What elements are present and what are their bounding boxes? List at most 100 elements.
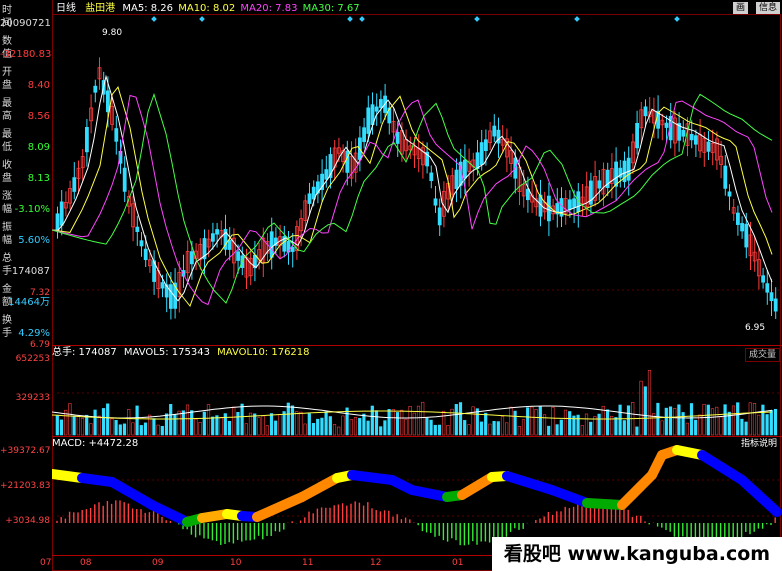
signal-marker bbox=[199, 16, 205, 22]
volume-bar bbox=[122, 423, 127, 436]
x-axis-label: 12 bbox=[370, 558, 382, 568]
candle-body bbox=[290, 247, 295, 252]
volume-bar bbox=[202, 411, 206, 436]
volume-bar bbox=[736, 402, 740, 436]
volume-bar bbox=[265, 425, 269, 436]
candle-body bbox=[744, 223, 749, 248]
volume-bar bbox=[689, 403, 694, 436]
volume-bar bbox=[429, 419, 433, 436]
chart-area[interactable]: 日线 盐田港 MA5: 8.26 MA10: 8.02 MA20: 7.83 M… bbox=[52, 0, 782, 571]
volume-bar bbox=[484, 412, 488, 436]
candle-body bbox=[723, 165, 728, 189]
volume-bar bbox=[135, 405, 139, 436]
info-label: 最高 bbox=[2, 98, 34, 122]
candle-body bbox=[269, 231, 274, 258]
indicator-help-button[interactable]: 指标说明 bbox=[737, 438, 780, 450]
low-price-label: 6.95 bbox=[745, 323, 766, 333]
volume-bar bbox=[559, 419, 563, 436]
candle-body bbox=[496, 129, 501, 144]
candle-body bbox=[227, 239, 232, 250]
candle-body bbox=[160, 282, 165, 289]
volume-bar bbox=[752, 402, 757, 436]
candle-body bbox=[59, 201, 64, 226]
volume-bar bbox=[580, 425, 584, 436]
volume-bar bbox=[143, 422, 148, 436]
candle-body bbox=[769, 292, 774, 302]
volume-bar bbox=[169, 404, 173, 436]
volume-bar bbox=[152, 418, 156, 436]
volume-bar bbox=[479, 421, 484, 436]
candle-body bbox=[106, 90, 110, 113]
x-axis-label: 11 bbox=[302, 558, 314, 568]
volume-bar bbox=[194, 418, 198, 436]
volume-bar bbox=[412, 412, 416, 436]
info-button[interactable]: 信息 bbox=[755, 2, 780, 14]
volume-bar bbox=[286, 402, 290, 436]
volume-bar bbox=[59, 419, 64, 436]
macd-axis-label: +21203.83 bbox=[0, 481, 51, 491]
candle-body bbox=[395, 131, 400, 144]
volume-bar bbox=[299, 411, 303, 436]
volume-bar bbox=[719, 416, 723, 436]
draw-button[interactable]: 画 bbox=[732, 2, 748, 14]
candle-body bbox=[454, 169, 459, 189]
volume-bar bbox=[757, 414, 761, 436]
kline-chart-svg[interactable] bbox=[52, 0, 782, 571]
x-axis-label: 08 bbox=[80, 558, 92, 568]
volume-bar bbox=[185, 404, 190, 436]
volume-bar bbox=[219, 416, 223, 436]
info-value: -32180.83 bbox=[0, 49, 52, 60]
volume-bar bbox=[677, 404, 681, 436]
volume-bar bbox=[467, 424, 471, 436]
volume-bar bbox=[605, 409, 610, 436]
volume-bar bbox=[614, 417, 618, 436]
volume-bar bbox=[576, 414, 580, 436]
volume-bar bbox=[744, 421, 748, 436]
candle-body bbox=[597, 180, 602, 189]
candle-body bbox=[236, 251, 241, 261]
info-value: -3.10% bbox=[14, 204, 50, 215]
candle-body bbox=[736, 212, 740, 225]
volume-bar bbox=[206, 404, 211, 436]
volume-bar bbox=[647, 370, 652, 436]
volume-bar bbox=[261, 415, 265, 436]
volume-bar bbox=[328, 416, 332, 436]
volume-indicator-button[interactable]: 成交量 bbox=[744, 348, 780, 362]
macd-line-segment bbox=[252, 492, 307, 522]
volume-bar bbox=[68, 403, 72, 436]
volume-bar bbox=[521, 419, 526, 436]
macd-line-segment bbox=[107, 477, 157, 510]
volume-bar bbox=[395, 412, 400, 436]
volume-bar bbox=[584, 413, 589, 436]
x-axis-label: 10 bbox=[230, 558, 242, 568]
volume-bar bbox=[509, 406, 513, 436]
volume-bar bbox=[526, 407, 530, 436]
volume-bar bbox=[391, 409, 395, 436]
candle-body bbox=[568, 199, 572, 210]
volume-bar bbox=[442, 410, 446, 436]
candle-body bbox=[72, 177, 77, 192]
candle-body bbox=[93, 85, 98, 93]
volume-bar bbox=[198, 422, 202, 436]
volume-bar bbox=[290, 405, 295, 436]
volume-bar bbox=[240, 403, 244, 436]
x-axis-label: 07 bbox=[40, 558, 52, 568]
volume-bar bbox=[731, 405, 736, 436]
info-label: 换手 bbox=[2, 315, 34, 339]
volume-bar bbox=[106, 403, 110, 436]
stock-name: 盐田港 bbox=[85, 3, 116, 14]
volume-bar bbox=[127, 409, 131, 436]
volume-bar bbox=[664, 407, 668, 436]
volume-bar bbox=[656, 402, 660, 436]
candle-body bbox=[169, 284, 173, 309]
ma5-line bbox=[52, 74, 773, 302]
volume-bar bbox=[295, 411, 299, 436]
volume-bar bbox=[547, 425, 551, 436]
volume-bar bbox=[307, 413, 311, 436]
info-label: 总手 bbox=[2, 253, 34, 277]
macd-axis-label: +39372.67 bbox=[0, 446, 51, 456]
volume-bar bbox=[337, 426, 341, 436]
ma10-label: MA10: 8.02 bbox=[178, 3, 236, 14]
volume-axis-label: 652253 bbox=[15, 354, 50, 364]
volume-bar bbox=[635, 426, 639, 436]
